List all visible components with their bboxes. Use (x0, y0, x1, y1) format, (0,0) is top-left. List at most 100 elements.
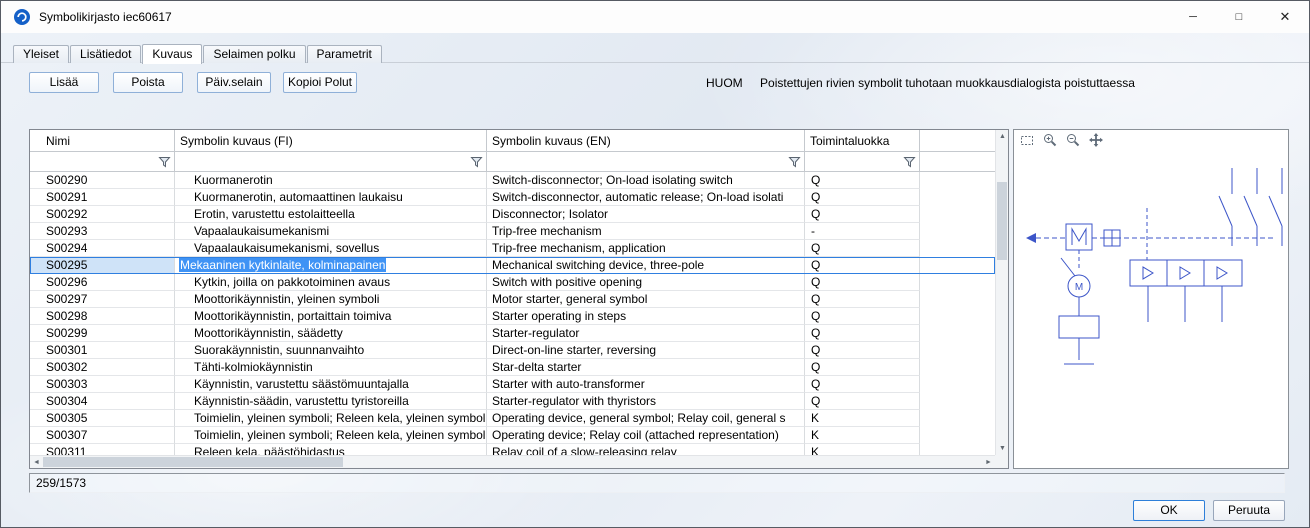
tab-kuvaus[interactable]: Kuvaus (142, 44, 202, 64)
cell[interactable]: Kuormanerotin, automaattinen laukaisu (175, 189, 487, 206)
cell[interactable]: S00299 (30, 325, 175, 342)
cell[interactable]: Star-delta starter (487, 359, 805, 376)
cell[interactable]: S00304 (30, 393, 175, 410)
zoom-out-icon[interactable] (1065, 132, 1081, 148)
cell[interactable]: S00301 (30, 342, 175, 359)
table-row[interactable]: S00302Tähti-kolmiokäynnistinStar-delta s… (30, 359, 995, 376)
cell[interactable]: S00302 (30, 359, 175, 376)
table-row[interactable]: S00297Moottorikäynnistin, yleinen symbol… (30, 291, 995, 308)
cell[interactable]: Q (805, 342, 920, 359)
cell[interactable]: Q (805, 240, 920, 257)
cell[interactable]: Q (805, 359, 920, 376)
cell[interactable]: S00298 (30, 308, 175, 325)
table-row[interactable]: S00299Moottorikäynnistin, säädettyStarte… (30, 325, 995, 342)
table-row[interactable]: S00305Toimielin, yleinen symboli; Releen… (30, 410, 995, 427)
cell[interactable]: Erotin, varustettu estolaitteella (175, 206, 487, 223)
cell[interactable]: Moottorikäynnistin, säädetty (175, 325, 487, 342)
cell[interactable]: S00303 (30, 376, 175, 393)
scroll-down-arrow[interactable]: ▼ (996, 442, 1009, 455)
cell[interactable]: Toimielin, yleinen symboli; Releen kela,… (175, 427, 487, 444)
cell[interactable]: S00291 (30, 189, 175, 206)
cell[interactable]: Q (805, 325, 920, 342)
cell[interactable]: Motor starter, general symbol (487, 291, 805, 308)
column-header-kuvaus-fi[interactable]: Symbolin kuvaus (FI) (175, 130, 487, 152)
pan-icon[interactable] (1088, 132, 1104, 148)
cell[interactable]: Vapaalaukaisumekanismi, sovellus (175, 240, 487, 257)
cell[interactable]: Starter-regulator with thyristors (487, 393, 805, 410)
copy-paths-button[interactable]: Kopioi Polut (283, 72, 357, 93)
column-header-kuvaus-en[interactable]: Symbolin kuvaus (EN) (487, 130, 805, 152)
cell[interactable]: Starter with auto-transformer (487, 376, 805, 393)
cancel-button[interactable]: Peruuta (1213, 500, 1285, 521)
cell[interactable]: S00290 (30, 172, 175, 189)
cell[interactable]: S00293 (30, 223, 175, 240)
cell[interactable]: Q (805, 257, 920, 274)
cell[interactable]: Operating device, general symbol; Relay … (487, 410, 805, 427)
cell[interactable]: Suorakäynnistin, suunnanvaihto (175, 342, 487, 359)
cell[interactable]: S00297 (30, 291, 175, 308)
filter-icon[interactable] (470, 156, 483, 168)
tab-yleiset[interactable]: Yleiset (13, 45, 69, 63)
cell[interactable]: Moottorikäynnistin, portaittain toimiva (175, 308, 487, 325)
ok-button[interactable]: OK (1133, 500, 1205, 521)
table-row[interactable]: S00295Mekaaninen kytkinlaite, kolminapai… (30, 257, 995, 274)
minimize-button[interactable]: ─ (1170, 1, 1216, 33)
cell[interactable]: Relay coil of a slow-releasing relay (487, 444, 805, 455)
vertical-scroll-thumb[interactable] (997, 182, 1007, 260)
close-button[interactable]: ✕ (1262, 1, 1308, 33)
table-row[interactable]: S00293VapaalaukaisumekanismiTrip-free me… (30, 223, 995, 240)
cell[interactable]: Mekaaninen kytkinlaite, kolminapainen (175, 257, 487, 274)
cell[interactable]: Moottorikäynnistin, yleinen symboli (175, 291, 487, 308)
cell[interactable]: Toimielin, yleinen symboli; Releen kela,… (175, 410, 487, 427)
cell[interactable]: S00311 (30, 444, 175, 455)
cell[interactable]: Starter operating in steps (487, 308, 805, 325)
cell[interactable]: Trip-free mechanism, application (487, 240, 805, 257)
cell[interactable]: Releen kela, päästöhidastus (175, 444, 487, 455)
tab-selaimen-polku[interactable]: Selaimen polku (203, 45, 305, 63)
cell[interactable]: Kuormanerotin (175, 172, 487, 189)
cell[interactable]: Käynnistin, varustettu säästömuuntajalla (175, 376, 487, 393)
table-row[interactable]: S00296Kytkin, joilla on pakkotoiminen av… (30, 274, 995, 291)
cell[interactable]: S00295 (30, 257, 175, 274)
cell[interactable]: Direct-on-line starter, reversing (487, 342, 805, 359)
column-header-nimi[interactable]: Nimi (30, 130, 175, 152)
cell[interactable]: S00296 (30, 274, 175, 291)
horizontal-scrollbar[interactable]: ◄ ► (30, 455, 995, 468)
maximize-button[interactable]: □ (1216, 1, 1262, 33)
cell[interactable]: Kytkin, joilla on pakkotoiminen avaus (175, 274, 487, 291)
delete-button[interactable]: Poista (113, 72, 183, 93)
cell[interactable]: K (805, 427, 920, 444)
table-row[interactable]: S00294Vapaalaukaisumekanismi, sovellusTr… (30, 240, 995, 257)
scroll-left-arrow[interactable]: ◄ (30, 456, 43, 469)
zoom-window-icon[interactable] (1019, 132, 1035, 148)
filter-icon[interactable] (903, 156, 916, 168)
cell[interactable]: Switch with positive opening (487, 274, 805, 291)
cell[interactable]: - (805, 223, 920, 240)
cell[interactable]: Switch-disconnector, automatic release; … (487, 189, 805, 206)
cell[interactable]: Q (805, 189, 920, 206)
table-row[interactable]: S00298Moottorikäynnistin, portaittain to… (30, 308, 995, 325)
cell[interactable]: Trip-free mechanism (487, 223, 805, 240)
cell[interactable]: Disconnector; Isolator (487, 206, 805, 223)
cell[interactable]: Vapaalaukaisumekanismi (175, 223, 487, 240)
cell[interactable]: Käynnistin-säädin, varustettu tyristorei… (175, 393, 487, 410)
zoom-in-icon[interactable] (1042, 132, 1058, 148)
cell[interactable]: Q (805, 291, 920, 308)
cell[interactable]: Mechanical switching device, three-pole (487, 257, 805, 274)
filter-cell-kuvaus-fi[interactable] (175, 152, 487, 172)
cell[interactable]: S00307 (30, 427, 175, 444)
tab-lisatiedot[interactable]: Lisätiedot (70, 45, 141, 63)
cell[interactable]: S00294 (30, 240, 175, 257)
table-row[interactable]: S00304Käynnistin-säädin, varustettu tyri… (30, 393, 995, 410)
table-row[interactable]: S00307Toimielin, yleinen symboli; Releen… (30, 427, 995, 444)
table-row[interactable]: S00303Käynnistin, varustettu säästömuunt… (30, 376, 995, 393)
filter-cell-nimi[interactable] (30, 152, 175, 172)
cell[interactable]: K (805, 444, 920, 455)
filter-cell-kuvaus-en[interactable] (487, 152, 805, 172)
table-row[interactable]: S00311Releen kela, päästöhidastusRelay c… (30, 444, 995, 455)
column-header-toimintaluokka[interactable]: Toimintaluokka (805, 130, 920, 152)
cell[interactable]: Starter-regulator (487, 325, 805, 342)
table-row[interactable]: S00291Kuormanerotin, automaattinen lauka… (30, 189, 995, 206)
cell[interactable]: Q (805, 308, 920, 325)
add-button[interactable]: Lisää (29, 72, 99, 93)
